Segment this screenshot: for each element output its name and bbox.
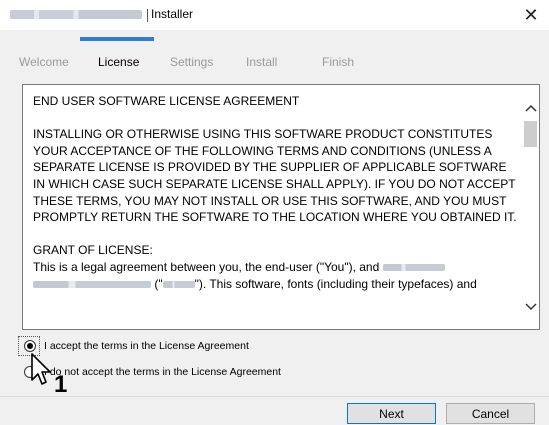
title-separator [147, 9, 148, 22]
tab-finish: Finish [322, 55, 355, 69]
next-button[interactable]: Next [347, 403, 436, 424]
redacted-short-name [162, 280, 195, 288]
tab-license: License [98, 55, 140, 69]
accept-radio-label[interactable]: I accept the terms in the License Agreem… [44, 340, 249, 352]
license-paragraph: INSTALLING OR OTHERWISE USING THIS SOFTW… [33, 127, 517, 225]
close-button[interactable]: ✕ [513, 0, 549, 30]
accept-radio[interactable] [24, 340, 36, 352]
title-bar: Installer ✕ [0, 0, 549, 30]
scroll-thumb[interactable] [524, 121, 537, 147]
grant-paragraph: This is a legal agreement between you, t… [33, 259, 477, 291]
scroll-down-arrow-icon[interactable] [522, 298, 539, 315]
cancel-button[interactable]: Cancel [446, 403, 535, 424]
license-heading: END USER SOFTWARE LICENSE AGREEMENT [33, 94, 300, 108]
window-title: Installer [151, 7, 194, 21]
license-text: END USER SOFTWARE LICENSE AGREEMENT INST… [33, 93, 521, 292]
tab-install: Install [246, 55, 278, 69]
redacted-company [382, 264, 445, 272]
decline-radio-label[interactable]: I do not accept the terms in the License… [44, 366, 281, 378]
hand-cursor-icon [31, 353, 51, 385]
redacted-company-long [33, 280, 151, 288]
tab-welcome: Welcome [19, 55, 69, 69]
grant-heading: GRANT OF LICENSE: [33, 243, 153, 258]
scroll-up-arrow-icon[interactable] [522, 99, 539, 116]
tab-settings: Settings [170, 55, 214, 69]
license-textbox[interactable]: END USER SOFTWARE LICENSE AGREEMENT INST… [22, 84, 540, 330]
redacted-app-name [10, 10, 142, 19]
active-step-indicator [80, 37, 154, 41]
installer-window: Installer ✕ Welcome License Settings Ins… [0, 0, 549, 425]
vertical-scrollbar[interactable] [522, 85, 539, 329]
close-icon: ✕ [523, 4, 539, 25]
step-number-label: 1 [54, 371, 68, 398]
